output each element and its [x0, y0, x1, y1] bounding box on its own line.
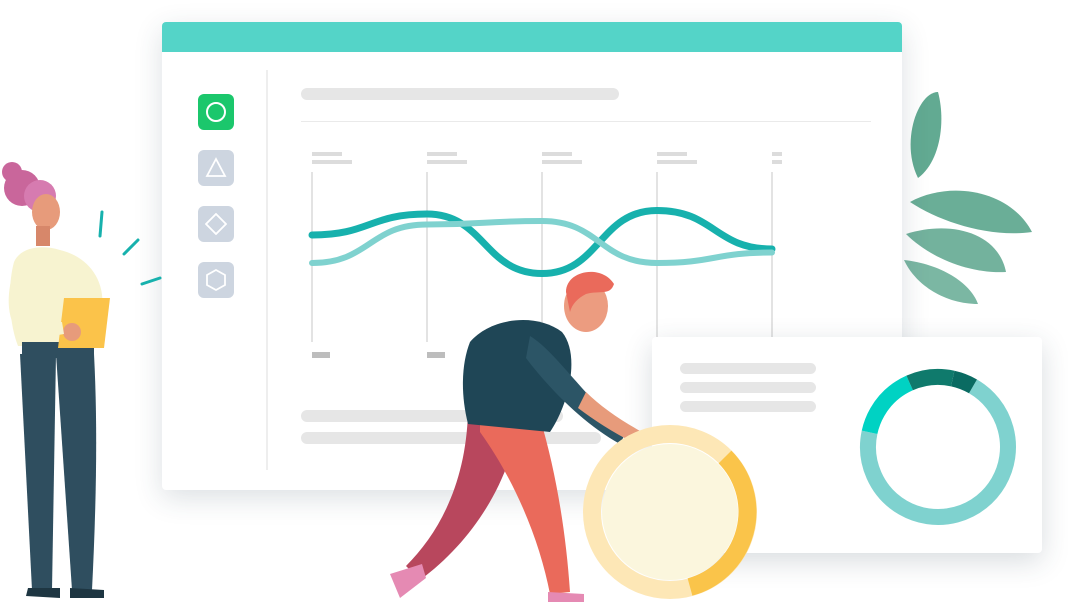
chart-tick-placeholder [312, 160, 352, 164]
hexagon-icon [206, 269, 226, 291]
header-divider [301, 121, 871, 122]
donut-chart [860, 369, 1016, 525]
chart-tick-placeholder [772, 152, 782, 156]
header-placeholder-bar [301, 88, 619, 100]
sidebar-divider [266, 70, 268, 470]
window-titlebar [162, 22, 902, 52]
sidebar-item-circle[interactable] [198, 94, 234, 130]
chart-tick-placeholder [542, 152, 572, 156]
circle-icon [206, 102, 226, 122]
chart-tick-placeholder [312, 152, 342, 156]
chart-tick-placeholder [772, 160, 782, 164]
plant-leaves [904, 92, 1032, 304]
sidebar-item-triangle[interactable] [198, 150, 234, 186]
sidebar-item-diamond[interactable] [198, 206, 234, 242]
chart-tick-placeholder [427, 152, 457, 156]
triangle-icon [205, 157, 227, 177]
diamond-icon [205, 213, 227, 235]
coin [583, 425, 757, 599]
chart-axis-label-placeholder [312, 352, 330, 358]
chart-tick-placeholder [542, 160, 582, 164]
chart-tick-placeholder [427, 160, 467, 164]
woman-with-clipboard [2, 162, 162, 598]
chart-tick-placeholder [657, 160, 697, 164]
chart-tick-placeholder [657, 152, 687, 156]
sidebar-item-hexagon[interactable] [198, 262, 234, 298]
